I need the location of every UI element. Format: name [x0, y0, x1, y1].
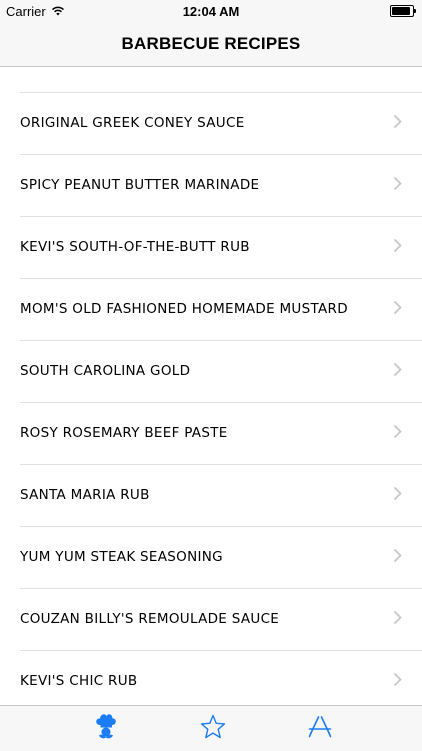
status-time: 12:04 AM	[182, 4, 240, 19]
battery-fill	[392, 7, 410, 15]
recipe-row[interactable]: KEVI'S SOUTH-OF-THE-BUTT RUB	[20, 217, 422, 279]
recipe-label: SOUTH CAROLINA GOLD	[20, 363, 191, 379]
recipe-row[interactable]: ORIGINAL GREEK CONEY SAUCE	[20, 93, 422, 155]
battery-icon	[390, 5, 416, 17]
recipe-label: MOM'S OLD FASHIONED HOMEMADE MUSTARD	[20, 301, 348, 317]
recipe-list-content: ORIGINAL GREEK CONEY SAUCE SPICY PEANUT B…	[0, 67, 422, 705]
recipe-label: KEVI'S SOUTH-OF-THE-BUTT RUB	[20, 239, 250, 255]
status-bar: Carrier 12:04 AM	[0, 0, 422, 22]
chevron-right-icon	[394, 115, 402, 128]
page-title: BARBECUE RECIPES	[121, 34, 301, 53]
recipe-row[interactable]: SPICY PEANUT BUTTER MARINADE	[20, 155, 422, 217]
chevron-right-icon	[394, 673, 402, 686]
star-icon	[200, 714, 226, 745]
recipe-label: ORIGINAL GREEK CONEY SAUCE	[20, 115, 245, 131]
recipe-label: COUZAN BILLY'S REMOULADE SAUCE	[20, 611, 280, 627]
chevron-right-icon	[394, 487, 402, 500]
recipe-row[interactable]: SANTA MARIA RUB	[20, 465, 422, 527]
recipe-row[interactable]: ROSY ROSEMARY BEEF PASTE	[20, 403, 422, 465]
chevron-right-icon	[394, 425, 402, 438]
tab-recipes[interactable]	[86, 712, 126, 746]
chevron-right-icon	[394, 301, 402, 314]
chevron-right-icon	[394, 363, 402, 376]
recipe-label: ROSY ROSEMARY BEEF PASTE	[20, 425, 228, 441]
recipe-label: KEVI'S CHIC RUB	[20, 673, 138, 689]
chevron-right-icon	[394, 177, 402, 190]
chevron-right-icon	[394, 239, 402, 252]
chef-icon	[93, 713, 119, 746]
recipe-label: YUM YUM STEAK SEASONING	[20, 549, 223, 565]
recipe-row[interactable]: COUZAN BILLY'S REMOULADE SAUCE	[20, 589, 422, 651]
tab-favorites[interactable]	[193, 712, 233, 746]
chevron-right-icon	[394, 611, 402, 624]
chevron-right-icon	[394, 549, 402, 562]
recipe-row[interactable]	[20, 67, 422, 93]
recipe-label: SPICY PEANUT BUTTER MARINADE	[20, 177, 260, 193]
recipe-list[interactable]: ORIGINAL GREEK CONEY SAUCE SPICY PEANUT B…	[0, 67, 422, 705]
tab-more-apps[interactable]	[300, 712, 340, 746]
navigation-bar: BARBECUE RECIPES	[0, 22, 422, 67]
recipe-row[interactable]: YUM YUM STEAK SEASONING	[20, 527, 422, 589]
recipe-row[interactable]: SOUTH CAROLINA GOLD	[20, 341, 422, 403]
recipe-row[interactable]: KEVI'S CHIC RUB	[20, 651, 422, 705]
recipe-row[interactable]: MOM'S OLD FASHIONED HOMEMADE MUSTARD	[20, 279, 422, 341]
status-right	[390, 4, 416, 17]
app-store-icon	[307, 714, 333, 745]
recipe-label: SANTA MARIA RUB	[20, 487, 150, 503]
tab-bar	[0, 705, 422, 751]
